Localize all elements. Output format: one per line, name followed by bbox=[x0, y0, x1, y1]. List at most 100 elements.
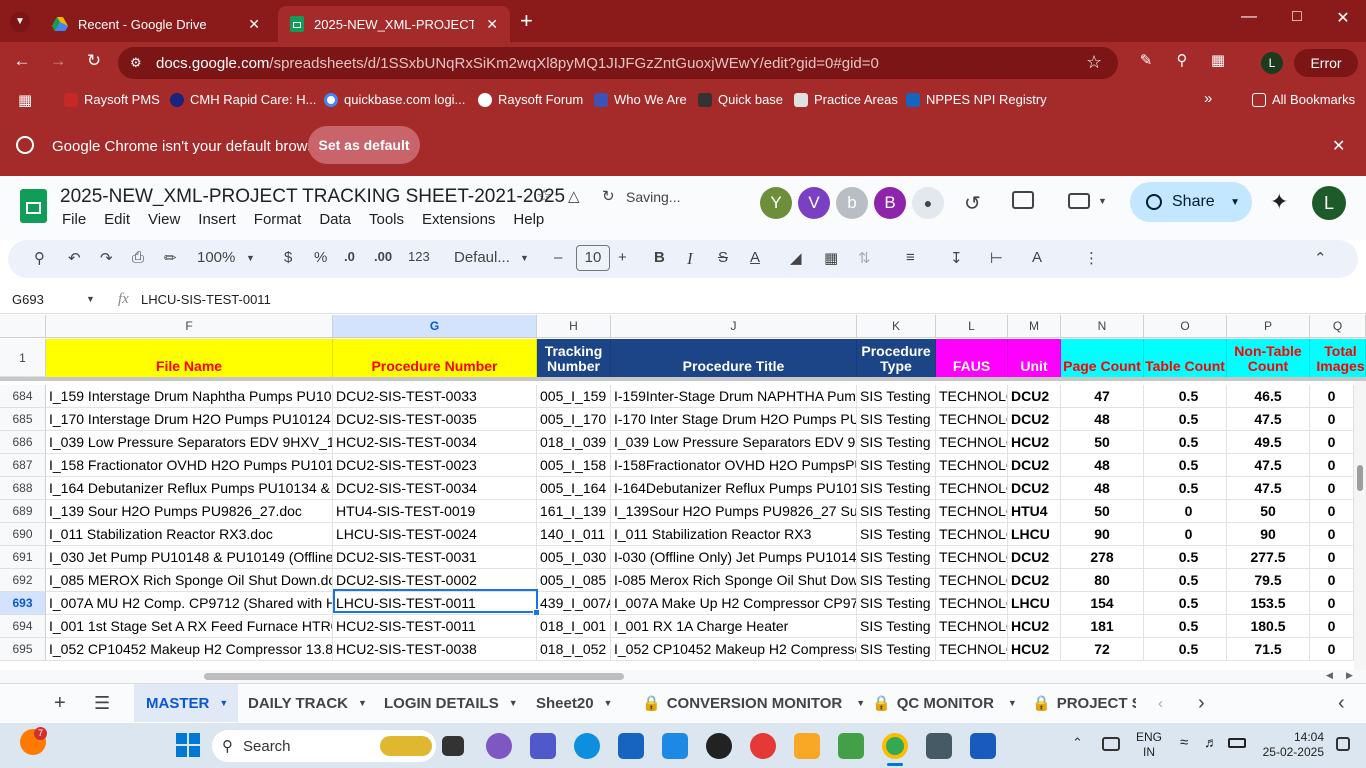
merge-cells-icon[interactable]: ⇅ bbox=[858, 249, 871, 267]
cell-table-count[interactable]: 0 bbox=[1144, 500, 1227, 523]
row-header[interactable]: 688 bbox=[0, 477, 46, 500]
set-default-button[interactable]: Set as default bbox=[308, 126, 420, 164]
cell-total-images[interactable]: 0 bbox=[1310, 615, 1354, 638]
increase-font-size-icon[interactable]: + bbox=[618, 249, 627, 266]
sheet-tab-login-details[interactable]: LOGIN DETAILS ▼ bbox=[372, 684, 530, 722]
cell-procedure-type[interactable]: SIS Testing bbox=[857, 385, 936, 408]
cell-unit[interactable]: HTU4 bbox=[1008, 500, 1061, 523]
cell-procedure-type[interactable]: SIS Testing bbox=[857, 523, 936, 546]
vertical-scroll-thumb[interactable] bbox=[1357, 465, 1363, 491]
cell-page-count[interactable]: 181 bbox=[1061, 615, 1144, 638]
document-title[interactable]: 2025-NEW_XML-PROJECT TRACKING SHEET-2021… bbox=[60, 186, 565, 208]
bookmark-item[interactable]: Quick base bbox=[698, 92, 783, 107]
cell-procedure-type[interactable]: SIS Testing bbox=[857, 615, 936, 638]
cell-procedure-title[interactable]: I_001 RX 1A Charge Heater bbox=[611, 615, 857, 638]
cell-file-name[interactable]: I_039 Low Pressure Separators EDV 9HXV_1… bbox=[46, 431, 333, 454]
cell-unit[interactable]: LHCU bbox=[1008, 592, 1061, 615]
menu-file[interactable]: File bbox=[62, 211, 86, 228]
apps-grid-icon[interactable]: ▦ bbox=[18, 91, 32, 109]
cell-total-images[interactable]: 0 bbox=[1310, 638, 1354, 661]
task-view-icon[interactable] bbox=[442, 736, 464, 756]
column-header-n[interactable]: N bbox=[1061, 315, 1144, 338]
row-header[interactable]: 691 bbox=[0, 546, 46, 569]
sheet-tab-sheet20[interactable]: Sheet20 ▼ bbox=[524, 684, 624, 722]
calculator-icon[interactable] bbox=[926, 733, 952, 759]
file-explorer-icon[interactable] bbox=[794, 733, 820, 759]
address-bar[interactable]: ⚙ docs.google.com/spreadsheets/d/1SSxbUN… bbox=[118, 47, 1118, 79]
bookmark-item[interactable]: Practice Areas bbox=[794, 92, 898, 107]
collaborator-avatar[interactable]: b bbox=[836, 187, 868, 219]
name-box[interactable]: G693 bbox=[12, 292, 44, 307]
column-header-h[interactable]: H bbox=[537, 315, 611, 338]
cell-procedure-title[interactable]: I-159Inter-Stage Drum NAPHTHA Pumps bbox=[611, 385, 857, 408]
row-header[interactable]: 694 bbox=[0, 615, 46, 638]
more-bookmarks-icon[interactable]: » bbox=[1204, 90, 1212, 107]
share-chevron-icon[interactable]: ▼ bbox=[1230, 197, 1240, 208]
sheet-tab-project-su[interactable]: 🔒 PROJECT SU bbox=[1020, 684, 1136, 722]
formula-input[interactable]: LHCU-SIS-TEST-0011 bbox=[141, 292, 271, 307]
cell-file-name[interactable]: I_159 Interstage Drum Naphtha Pumps PU10… bbox=[46, 385, 333, 408]
bold-icon[interactable]: B bbox=[654, 249, 665, 266]
pen-icon[interactable]: ✎ bbox=[1134, 51, 1158, 69]
percent-format-button[interactable]: % bbox=[314, 249, 327, 266]
cell-file-name[interactable]: I_052 CP10452 Makeup H2 Compressor 13.8k… bbox=[46, 638, 333, 661]
copilot-icon[interactable] bbox=[486, 733, 512, 759]
cell-non-table-count[interactable]: 180.5 bbox=[1227, 615, 1310, 638]
new-tab-icon[interactable]: + bbox=[520, 8, 533, 34]
row-header[interactable]: 686 bbox=[0, 431, 46, 454]
sheet-tab-chevron-icon[interactable]: ▼ bbox=[219, 698, 228, 708]
row-header[interactable]: 690 bbox=[0, 523, 46, 546]
cell-total-images[interactable]: 0 bbox=[1310, 546, 1354, 569]
menu-view[interactable]: View bbox=[148, 211, 180, 228]
cell-page-count[interactable]: 90 bbox=[1061, 523, 1144, 546]
text-color-icon[interactable]: A bbox=[750, 249, 760, 266]
increase-decimal-button[interactable]: .00 bbox=[374, 249, 392, 264]
cell-procedure-number[interactable]: DCU2-SIS-TEST-0035 bbox=[333, 408, 537, 431]
menu-insert[interactable]: Insert bbox=[198, 211, 236, 228]
cell-unit[interactable]: HCU2 bbox=[1008, 615, 1061, 638]
cell-unit[interactable]: HCU2 bbox=[1008, 638, 1061, 661]
dell-icon[interactable] bbox=[706, 733, 732, 759]
cell-file-name[interactable]: I_011 Stabilization Reactor RX3.doc bbox=[46, 523, 333, 546]
cell-non-table-count[interactable]: 277.5 bbox=[1227, 546, 1310, 569]
cell-table-count[interactable]: 0.5 bbox=[1144, 615, 1227, 638]
gemini-icon[interactable]: ✦ bbox=[1270, 189, 1288, 215]
cell-procedure-number[interactable]: HTU4-SIS-TEST-0019 bbox=[333, 500, 537, 523]
scroll-left-icon[interactable]: ◀ bbox=[1326, 670, 1333, 681]
battery-icon[interactable] bbox=[1228, 738, 1246, 748]
minimize-icon[interactable]: — bbox=[1226, 8, 1272, 26]
sheet-tab-daily-track[interactable]: DAILY TRACK ▼ bbox=[236, 684, 379, 722]
cell-non-table-count[interactable]: 153.5 bbox=[1227, 592, 1310, 615]
cell-faus[interactable]: TECHNOLOGY bbox=[936, 569, 1008, 592]
tab-search-chevron-icon[interactable]: ▼ bbox=[10, 12, 30, 32]
cell-faus[interactable]: TECHNOLOGY bbox=[936, 477, 1008, 500]
star-icon[interactable]: ☆ bbox=[536, 186, 552, 207]
column-header-p[interactable]: P bbox=[1227, 315, 1310, 338]
number-format-button[interactable]: 123 bbox=[408, 249, 430, 264]
cell-procedure-number[interactable]: DCU2-SIS-TEST-0034 bbox=[333, 477, 537, 500]
cell-faus[interactable]: TECHNOLOGY bbox=[936, 615, 1008, 638]
add-sheet-icon[interactable]: + bbox=[42, 684, 78, 722]
cell-faus[interactable]: TECHNOLOGY bbox=[936, 500, 1008, 523]
sheets-logo-icon[interactable] bbox=[20, 189, 47, 223]
close-window-icon[interactable]: ✕ bbox=[1320, 8, 1366, 28]
cell-total-images[interactable]: 0 bbox=[1310, 523, 1354, 546]
header-procedure-type[interactable]: Procedure Type bbox=[857, 339, 936, 377]
cell-tracking-number[interactable]: 005_I_030 bbox=[537, 546, 611, 569]
maximize-icon[interactable]: □ bbox=[1274, 8, 1320, 26]
cell-non-table-count[interactable]: 50 bbox=[1227, 500, 1310, 523]
cell-unit[interactable]: DCU2 bbox=[1008, 408, 1061, 431]
cell-procedure-title[interactable]: I-170 Inter Stage Drum H2O Pumps PU1 bbox=[611, 408, 857, 431]
header-procedure-number[interactable]: Procedure Number bbox=[333, 339, 537, 377]
cell-page-count[interactable]: 278 bbox=[1061, 546, 1144, 569]
cell-total-images[interactable]: 0 bbox=[1310, 454, 1354, 477]
close-tab-icon[interactable]: ✕ bbox=[486, 16, 498, 33]
language-indicator[interactable]: ENG IN bbox=[1136, 730, 1162, 760]
cell-tracking-number[interactable]: 005_I_085 bbox=[537, 569, 611, 592]
column-header-j[interactable]: J bbox=[611, 315, 857, 338]
row-header[interactable]: 684 bbox=[0, 385, 46, 408]
horizontal-scroll-thumb[interactable] bbox=[204, 673, 624, 680]
cell-procedure-number[interactable]: HCU2-SIS-TEST-0011 bbox=[333, 615, 537, 638]
sheet-tab-chevron-icon[interactable]: ▼ bbox=[1008, 698, 1017, 708]
browser-tab-drive[interactable]: Recent - Google Drive ✕ bbox=[40, 6, 272, 42]
